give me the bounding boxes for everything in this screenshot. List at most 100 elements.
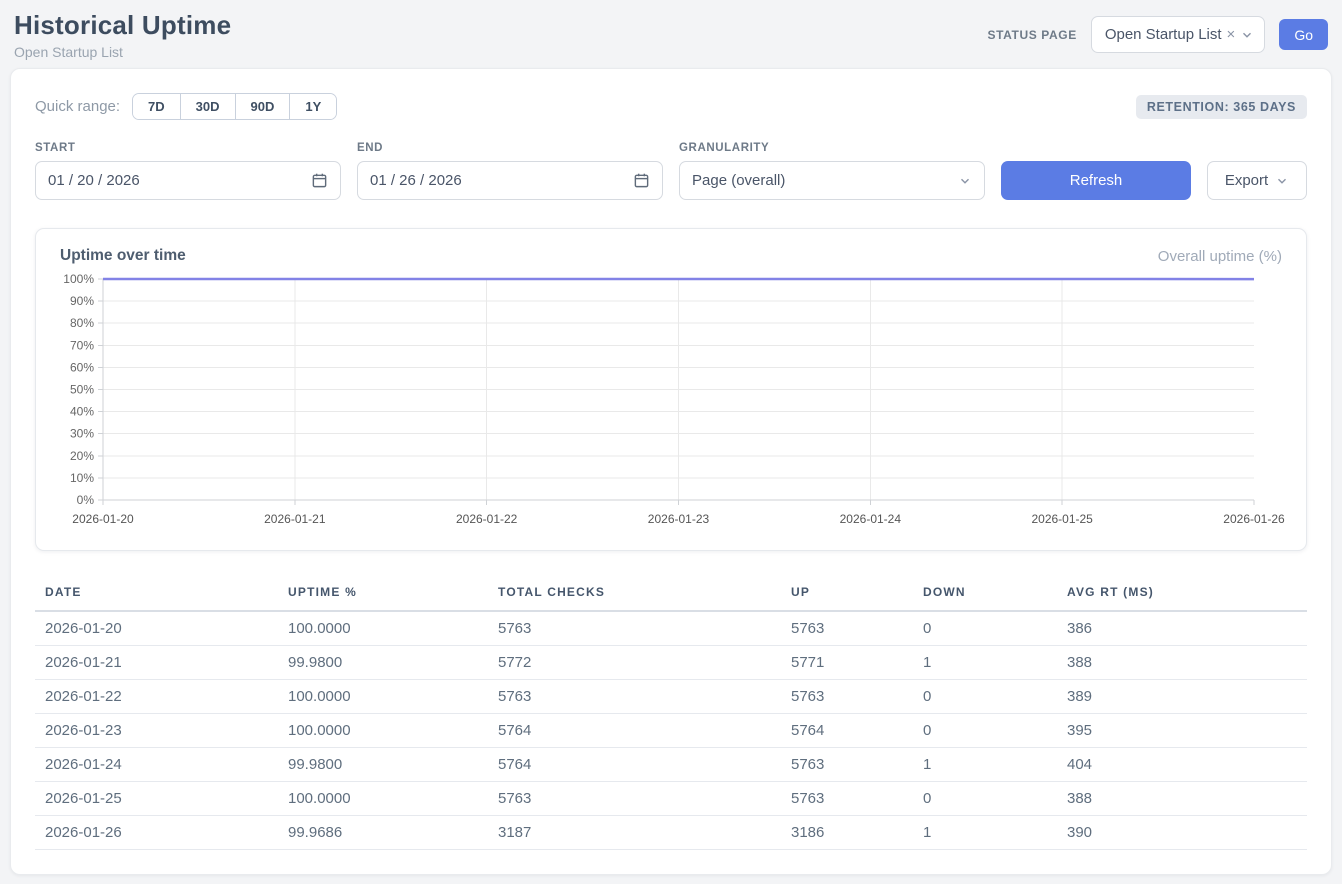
axis-tick-label: 2026-01-24 [840,512,902,526]
table-cell: 100.0000 [278,611,488,646]
table-cell: 5772 [488,646,781,680]
calendar-icon[interactable] [311,172,328,189]
start-label: START [35,142,341,154]
quick-range-90d[interactable]: 90D [236,94,291,119]
chart-legend: Overall uptime (%) [1158,248,1282,265]
axis-tick-label: 10% [70,471,94,485]
retention-badge: RETENTION: 365 DAYS [1136,95,1307,119]
table-cell: 5764 [488,748,781,782]
table-row: 2026-01-2199.9800577257711388 [35,646,1307,680]
quick-range-30d[interactable]: 30D [181,94,236,119]
quick-range-7d[interactable]: 7D [133,94,181,119]
granularity-label: GRANULARITY [679,142,985,154]
column-header: AVG RT (MS) [1057,577,1307,611]
table-row: 2026-01-20100.0000576357630386 [35,611,1307,646]
start-date-value: 01 / 20 / 2026 [48,172,140,189]
axis-tick-label: 50% [70,383,94,397]
axis-tick-label: 30% [70,427,94,441]
table-cell: 2026-01-22 [35,680,278,714]
axis-tick-label: 2026-01-22 [456,512,518,526]
quick-range-1y[interactable]: 1Y [290,94,336,119]
table-cell: 0 [913,680,1057,714]
page-subtitle: Open Startup List [14,44,231,60]
filter-form-row: START 01 / 20 / 2026 END 01 / 26 / 2026 … [35,142,1307,200]
axis-tick-label: 2026-01-25 [1031,512,1093,526]
axis-tick-label: 2026-01-26 [1223,512,1285,526]
table-row: 2026-01-2699.9686318731861390 [35,816,1307,850]
axis-tick-label: 2026-01-21 [264,512,326,526]
column-header: DATE [35,577,278,611]
table-cell: 395 [1057,714,1307,748]
table-row: 2026-01-22100.0000576357630389 [35,680,1307,714]
uptime-table: DATEUPTIME %TOTAL CHECKSUPDOWNAVG RT (MS… [35,577,1307,850]
granularity-select[interactable]: Page (overall) [679,161,985,200]
table-cell: 5763 [488,611,781,646]
table-cell: 2026-01-26 [35,816,278,850]
table-cell: 1 [913,748,1057,782]
table-cell: 5763 [488,782,781,816]
end-date-input[interactable]: 01 / 26 / 2026 [357,161,663,200]
table-cell: 3187 [488,816,781,850]
axis-tick-label: 0% [77,493,95,507]
end-label: END [357,142,663,154]
chart-title: Uptime over time [60,247,186,265]
granularity-value: Page (overall) [692,172,785,189]
table-header-row: DATEUPTIME %TOTAL CHECKSUPDOWNAVG RT (MS… [35,577,1307,611]
axis-tick-label: 70% [70,338,94,352]
quick-range-label: Quick range: [35,98,120,115]
column-header: DOWN [913,577,1057,611]
table-cell: 404 [1057,748,1307,782]
axis-tick-label: 2026-01-20 [72,512,134,526]
export-button[interactable]: Export [1207,161,1307,200]
quick-range-row: Quick range: 7D30D90D1Y RETENTION: 365 D… [35,93,1307,120]
table-cell: 388 [1057,782,1307,816]
axis-tick-label: 80% [70,316,94,330]
table-cell: 2026-01-23 [35,714,278,748]
top-bar: Historical Uptime Open Startup List STAT… [0,0,1342,68]
table-cell: 389 [1057,680,1307,714]
uptime-chart-card: Uptime over time Overall uptime (%) 0% 10… [35,228,1307,551]
table-cell: 99.9686 [278,816,488,850]
column-header: TOTAL CHECKS [488,577,781,611]
page-title: Historical Uptime [14,10,231,41]
table-cell: 100.0000 [278,714,488,748]
axis-tick-label: 100% [63,272,94,286]
axis-tick-label: 60% [70,360,94,374]
table-cell: 2026-01-24 [35,748,278,782]
axis-tick-label: 40% [70,405,94,419]
table-cell: 3186 [781,816,913,850]
table-cell: 2026-01-20 [35,611,278,646]
axis-tick-label: 20% [70,449,94,463]
refresh-button[interactable]: Refresh [1001,161,1191,200]
column-header: UP [781,577,913,611]
status-page-select[interactable]: Open Startup List × [1091,16,1266,53]
table-cell: 100.0000 [278,680,488,714]
clear-selection-icon[interactable]: × [1226,27,1237,42]
table-cell: 5763 [781,748,913,782]
table-cell: 1 [913,646,1057,680]
uptime-line-chart: 0%10%20%30%40%50%60%70%80%90%100%2026-01… [60,273,1282,536]
status-page-selected-value: Open Startup List [1105,26,1222,43]
table-cell: 5763 [781,782,913,816]
export-button-label: Export [1225,172,1268,189]
table-cell: 5771 [781,646,913,680]
chevron-down-icon [958,174,972,188]
chevron-down-icon [1275,174,1289,188]
table-cell: 99.9800 [278,748,488,782]
table-cell: 5764 [781,714,913,748]
table-cell: 2026-01-25 [35,782,278,816]
column-header: UPTIME % [278,577,488,611]
page-heading: Historical Uptime Open Startup List [14,10,231,60]
calendar-icon[interactable] [633,172,650,189]
go-button[interactable]: Go [1279,19,1328,50]
table-row: 2026-01-25100.0000576357630388 [35,782,1307,816]
table-cell: 390 [1057,816,1307,850]
start-date-input[interactable]: 01 / 20 / 2026 [35,161,341,200]
axis-tick-label: 2026-01-23 [648,512,710,526]
table-row: 2026-01-2499.9800576457631404 [35,748,1307,782]
table-cell: 388 [1057,646,1307,680]
table-cell: 0 [913,782,1057,816]
table-cell: 5763 [781,680,913,714]
main-panel: Quick range: 7D30D90D1Y RETENTION: 365 D… [10,68,1332,875]
end-date-value: 01 / 26 / 2026 [370,172,462,189]
